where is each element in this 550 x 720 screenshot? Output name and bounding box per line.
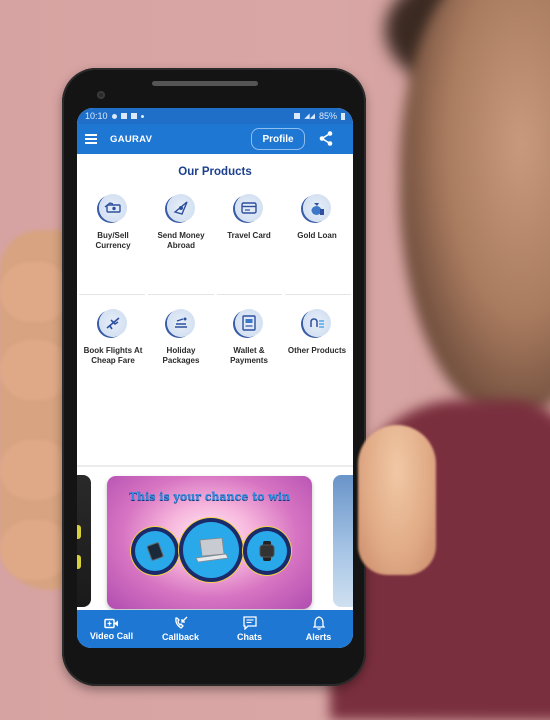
products-grid-row-2: Book Flights At Cheap Fare Holiday Packa… [77, 295, 353, 409]
front-camera [97, 91, 105, 99]
app-bar: GAURAV Profile [77, 124, 353, 154]
bell-icon [312, 616, 325, 630]
product-label: Holiday Packages [162, 346, 200, 365]
alarm-icon [294, 113, 301, 119]
nav-label: Chats [236, 632, 262, 642]
wallet-icon [235, 309, 263, 337]
finger [0, 440, 70, 500]
finger [0, 340, 70, 400]
product-book-flights[interactable]: Book Flights At Cheap Fare [79, 295, 147, 409]
product-label: Gold Loan [297, 231, 337, 240]
promo-carousel[interactable]: This is your chance to win [77, 467, 353, 614]
products-grid-row-1: Buy/Sell Currency Send Money Abroad Trav… [77, 182, 353, 294]
share-icon[interactable] [319, 131, 333, 146]
battery-level: 85% [318, 111, 337, 121]
product-label: Send Money Abroad [157, 231, 205, 250]
message-icon [120, 113, 127, 119]
product-holiday-packages[interactable]: Holiday Packages [147, 295, 215, 409]
currency-exchange-icon [99, 194, 127, 222]
product-label: Travel Card [227, 231, 271, 240]
hamburger-menu-icon[interactable] [85, 134, 97, 144]
product-send-money-abroad[interactable]: Send Money Abroad [147, 182, 215, 294]
phone-speaker [152, 81, 258, 86]
send-money-icon [167, 194, 195, 222]
smartwatch-prize-image [247, 531, 287, 571]
finger [0, 262, 70, 322]
product-travel-card[interactable]: Travel Card [215, 182, 283, 294]
nav-alerts[interactable]: Alerts [285, 616, 353, 642]
chat-icon [242, 616, 257, 630]
bottom-navigation: Video Call Callback Chats Alerts [77, 610, 353, 648]
battery-icon [341, 112, 345, 120]
previous-slide-peek[interactable] [77, 475, 91, 607]
phone-device: 10:10 ◢◢ 85% GAURAV Profile Our Products… [62, 68, 366, 686]
status-time: 10:10 [85, 111, 108, 121]
status-bar: 10:10 ◢◢ 85% [77, 108, 353, 124]
app-notification-icon [130, 113, 137, 119]
holding-thumb [358, 425, 436, 575]
nav-chats[interactable]: Chats [216, 616, 284, 642]
flight-icon [99, 309, 127, 337]
product-label: Book Flights At Cheap Fare [83, 346, 143, 365]
product-label: Other Products [287, 346, 347, 355]
background-person-face [400, 0, 550, 420]
travel-card-icon [235, 194, 263, 222]
signal-icon: ◢◢ [304, 113, 315, 120]
product-label: Wallet & Payments [230, 346, 268, 365]
nav-video-call[interactable]: Video Call [78, 618, 146, 641]
profile-button[interactable]: Profile [251, 128, 305, 150]
gold-loan-icon [303, 194, 331, 222]
nav-callback[interactable]: Callback [147, 616, 215, 642]
more-notifications-icon [140, 114, 144, 118]
product-gold-loan[interactable]: Gold Loan [283, 182, 351, 294]
nav-label: Callback [161, 632, 200, 642]
finger [0, 520, 70, 580]
next-slide-peek[interactable] [333, 475, 353, 607]
user-name-title: GAURAV [110, 133, 153, 145]
laptop-prize-image [183, 522, 239, 578]
products-heading: Our Products [178, 166, 252, 178]
product-other-products[interactable]: Other Products [283, 295, 351, 409]
other-products-icon [303, 309, 331, 337]
banner-title: This is your chance to win [128, 490, 291, 503]
video-call-icon [104, 618, 118, 628]
product-buy-sell-currency[interactable]: Buy/Sell Currency [79, 182, 147, 294]
callback-icon [174, 616, 187, 629]
product-wallet-payments[interactable]: Wallet & Payments [215, 295, 283, 409]
product-label: Buy/Sell Currency [95, 231, 131, 250]
nav-label: Video Call [89, 630, 134, 641]
nav-label: Alerts [305, 632, 332, 642]
notification-icon [111, 113, 117, 119]
promo-banner[interactable]: This is your chance to win [107, 476, 312, 609]
tablet-prize-image [135, 531, 175, 571]
phone-screen: 10:10 ◢◢ 85% GAURAV Profile Our Products… [77, 108, 353, 648]
holiday-icon [167, 309, 195, 337]
